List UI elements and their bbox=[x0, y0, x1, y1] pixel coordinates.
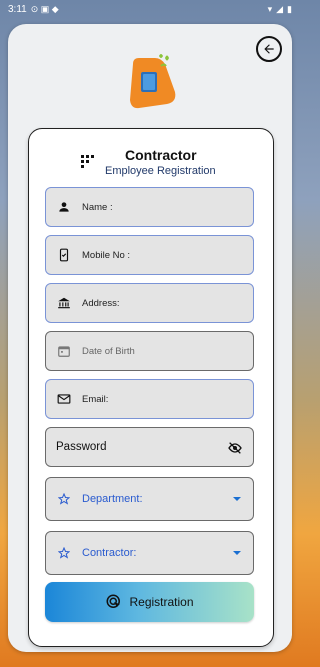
registration-label: Registration bbox=[129, 595, 194, 609]
signal-icon: ◢ bbox=[276, 3, 284, 14]
registration-card: Contractor Employee Registration Name : … bbox=[8, 24, 292, 652]
email-label: Email: bbox=[82, 393, 109, 405]
star-icon bbox=[56, 491, 72, 507]
email-field[interactable]: Email: bbox=[45, 379, 254, 419]
mail-icon bbox=[56, 391, 72, 407]
department-select[interactable]: Department: bbox=[45, 477, 254, 521]
contractor-label: Contractor: bbox=[82, 547, 137, 559]
click-icon bbox=[106, 594, 121, 608]
wifi-icon: ▾ bbox=[267, 3, 273, 14]
status-time: 3:11 bbox=[8, 3, 27, 15]
password-field[interactable]: Password bbox=[45, 427, 254, 467]
status-bar: 3:11 ⊙ ▣ ◆ ▾ ◢ ▮ bbox=[0, 0, 300, 18]
bank-icon bbox=[56, 295, 72, 311]
mobile-label: Mobile No : bbox=[82, 249, 131, 261]
dob-label: Date of Birth bbox=[82, 345, 135, 357]
form-panel: Contractor Employee Registration Name : … bbox=[28, 128, 274, 647]
battery-icon: ▮ bbox=[287, 3, 292, 14]
department-label: Department: bbox=[82, 493, 143, 505]
address-label: Address: bbox=[82, 297, 120, 309]
caret-down-icon bbox=[233, 497, 241, 501]
mobile-field[interactable]: Mobile No : bbox=[45, 235, 254, 275]
back-button[interactable] bbox=[256, 36, 282, 62]
app-logo bbox=[130, 54, 176, 109]
star-icon bbox=[56, 545, 72, 561]
page-title: Contractor bbox=[125, 147, 197, 163]
person-icon bbox=[56, 199, 72, 215]
name-label: Name : bbox=[82, 201, 113, 213]
status-icons: ⊙ ▣ ◆ bbox=[30, 3, 59, 14]
name-field[interactable]: Name : bbox=[45, 187, 254, 227]
registration-button[interactable]: Registration bbox=[45, 582, 254, 622]
page-subtitle: Employee Registration bbox=[105, 165, 216, 177]
grid-icon bbox=[81, 155, 94, 168]
dob-field[interactable]: Date of Birth bbox=[45, 331, 254, 371]
contractor-select[interactable]: Contractor: bbox=[45, 531, 254, 575]
back-arrow-icon bbox=[264, 44, 274, 54]
phone-icon bbox=[56, 247, 72, 263]
address-field[interactable]: Address: bbox=[45, 283, 254, 323]
form-header: Contractor Employee Registration bbox=[29, 145, 273, 183]
calendar-icon bbox=[56, 343, 72, 359]
eye-off-icon[interactable] bbox=[227, 440, 243, 456]
caret-down-icon bbox=[233, 551, 241, 555]
password-label: Password bbox=[56, 441, 107, 453]
